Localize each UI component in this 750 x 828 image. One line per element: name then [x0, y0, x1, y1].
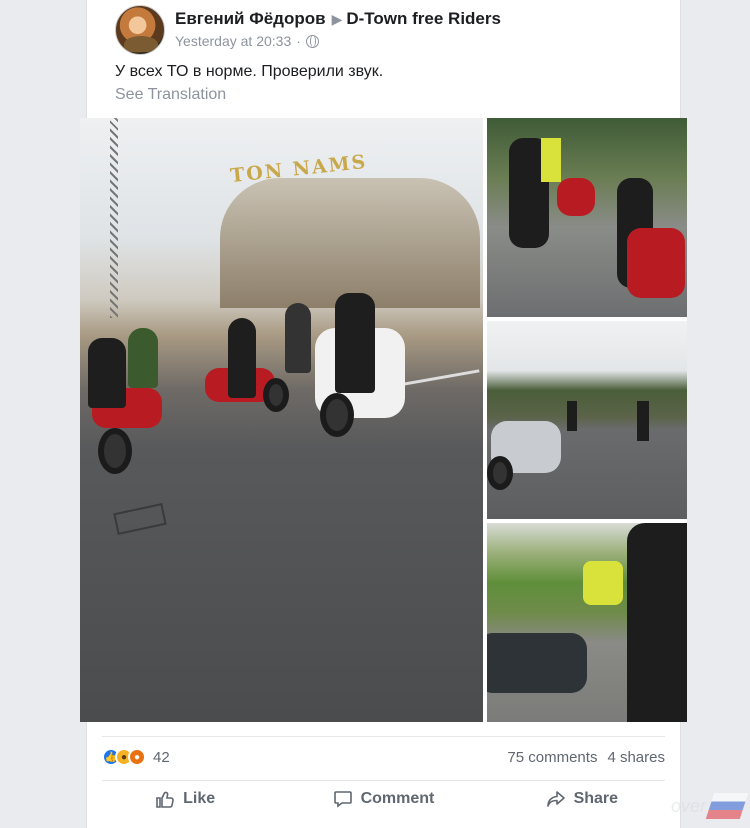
safety-vest: [583, 561, 623, 605]
safety-vest: [541, 138, 561, 182]
share-button[interactable]: Share: [483, 784, 681, 814]
like-label: Like: [183, 790, 216, 807]
radio-tower: [110, 118, 118, 318]
motorcycle: [487, 633, 587, 693]
motorcycle-wheel: [487, 456, 513, 490]
person: [567, 401, 577, 431]
motorcycle: [627, 228, 685, 298]
rider: [228, 318, 256, 398]
motorcycle-wheel: [263, 378, 289, 412]
photo-grid: TON NAMS: [80, 118, 687, 722]
author-avatar[interactable]: [115, 5, 165, 55]
motorcycle-wheel: [98, 428, 132, 474]
watermark-flag-logo: [705, 793, 749, 819]
post-author-line: Евгений Фёдоров ▶ D-Town free Riders: [175, 9, 501, 29]
angry-icon: ●: [128, 748, 146, 766]
police-rider: [335, 293, 375, 393]
comment-icon: [333, 791, 352, 808]
see-translation-link[interactable]: See Translation: [115, 86, 226, 104]
post-meta: Yesterday at 20:33 ·: [175, 33, 319, 49]
photo-bottom-right[interactable]: [487, 523, 687, 722]
share-arrow-icon: ▶: [331, 11, 343, 27]
photo-main[interactable]: TON NAMS: [80, 118, 483, 722]
group-name[interactable]: D-Town free Riders: [346, 9, 501, 28]
photo-middle-right[interactable]: [487, 321, 687, 519]
reactions-summary[interactable]: 👍 ● ● 42: [102, 748, 170, 766]
globe-icon[interactable]: [305, 34, 319, 48]
post-time[interactable]: Yesterday at 20:33: [175, 33, 291, 49]
post-footer: 👍 ● ● 42 75 comments 4 shares Like Commen…: [86, 722, 681, 828]
person: [637, 401, 649, 441]
motorcycle: [557, 178, 595, 216]
divider: [102, 780, 665, 781]
comment-label: Comment: [360, 790, 435, 807]
post-header: Евгений Фёдоров ▶ D-Town free Riders Yeste…: [87, 0, 680, 116]
post-stats: 75 comments 4 shares: [507, 749, 665, 766]
photo-top-right[interactable]: [487, 118, 687, 317]
meta-separator: ·: [296, 33, 301, 49]
like-button[interactable]: Like: [86, 784, 284, 814]
reaction-count: 42: [153, 748, 170, 766]
mall-building: [220, 178, 480, 308]
watermark-text: over: [670, 795, 706, 816]
thumbs-up-icon: [156, 791, 174, 808]
rider: [285, 303, 311, 373]
post-actions: Like Comment Share: [86, 784, 681, 814]
shares-count[interactable]: 4 shares: [607, 749, 665, 766]
motorcycle-wheel: [320, 393, 354, 437]
comments-count[interactable]: 75 comments: [507, 749, 597, 766]
share-label: Share: [573, 790, 619, 807]
watermark: over: [670, 793, 749, 819]
rider: [88, 338, 126, 408]
share-icon: [546, 791, 565, 807]
police-officer: [627, 523, 687, 722]
post-text: У всех ТО в норме. Проверили звук.: [115, 63, 384, 80]
comment-button[interactable]: Comment: [284, 784, 482, 814]
author-name[interactable]: Евгений Фёдоров: [175, 9, 326, 28]
rider: [128, 328, 158, 388]
divider: [102, 736, 665, 737]
manhole-cover: [113, 503, 167, 535]
